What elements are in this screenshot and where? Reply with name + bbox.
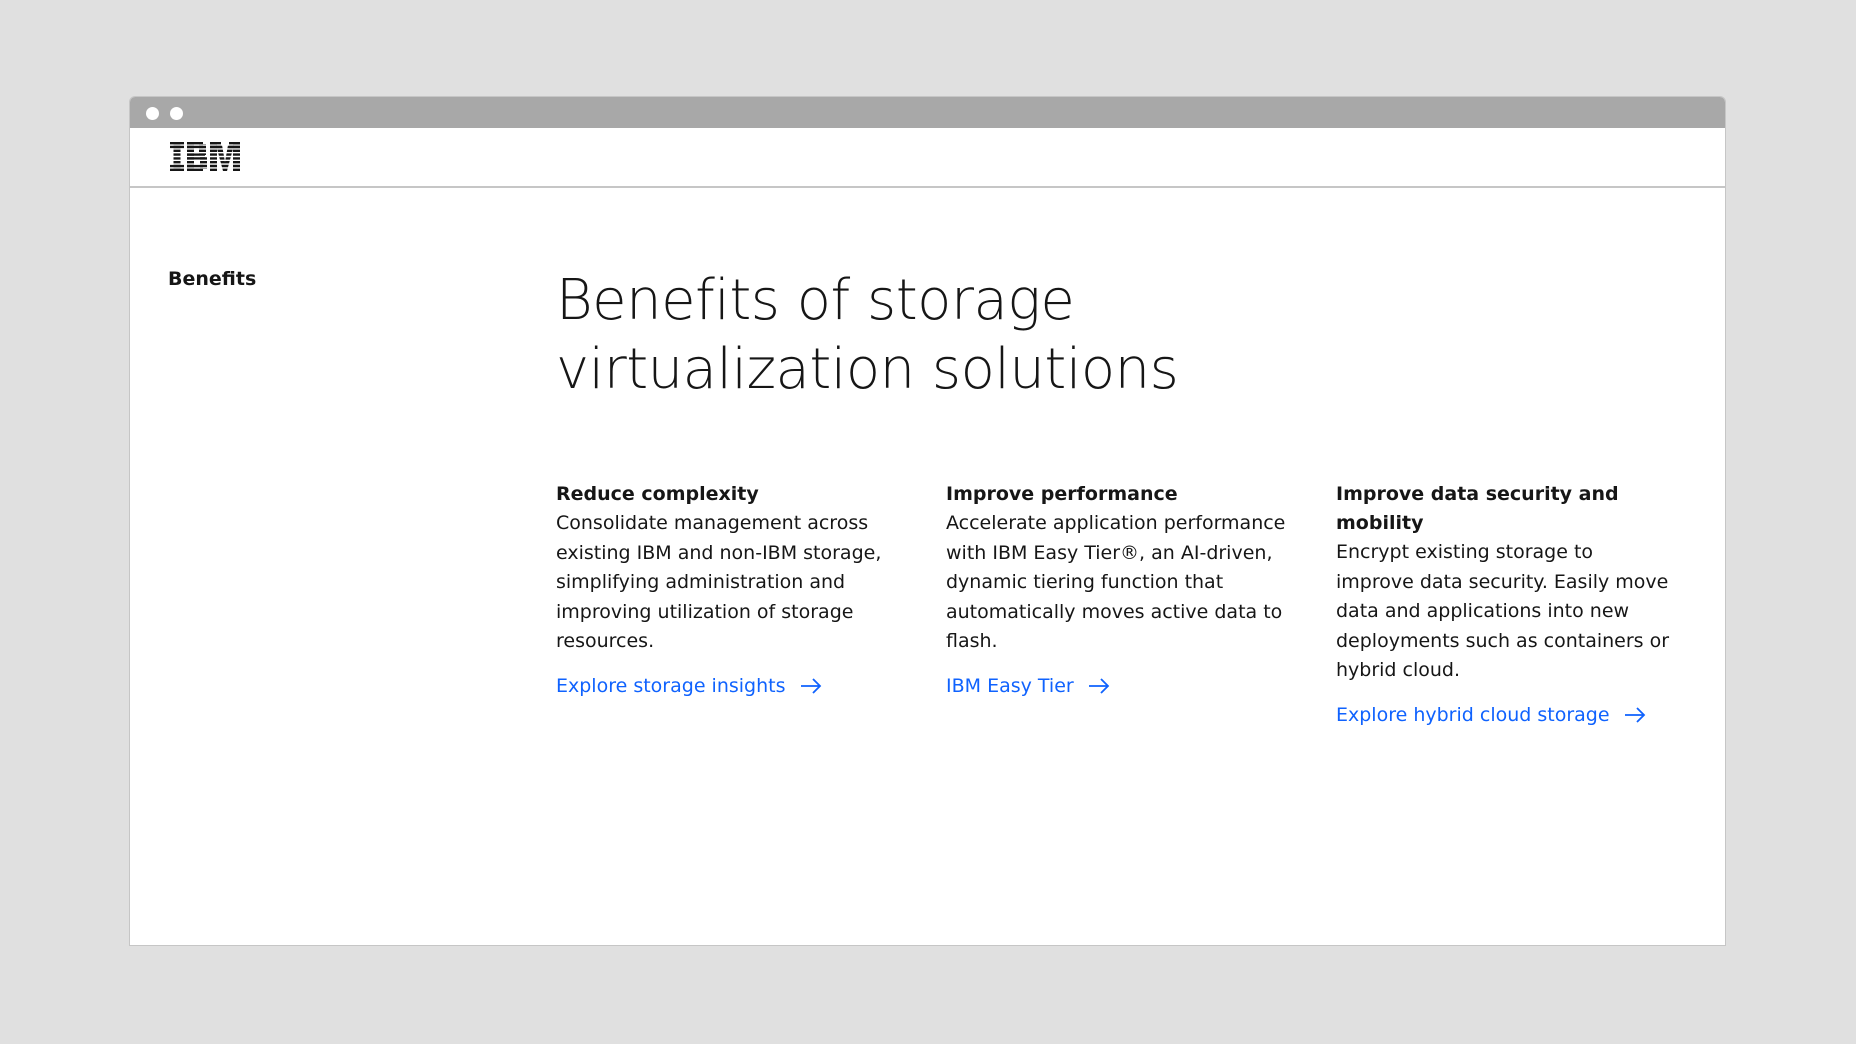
- card-title: Reduce complexity: [556, 483, 759, 505]
- top-navbar: [130, 128, 1725, 188]
- explore-hybrid-cloud-storage-link[interactable]: Explore hybrid cloud storage: [1336, 704, 1646, 726]
- card-body: Consolidate management across existing I…: [556, 512, 882, 652]
- page-title-line-2: virtualization solutions: [556, 337, 1179, 402]
- arrow-right-icon: [800, 677, 821, 694]
- page-content: Benefits Benefits of storage virtualizat…: [130, 188, 1725, 945]
- ibm-logo[interactable]: [170, 142, 240, 172]
- browser-window: Benefits Benefits of storage virtualizat…: [129, 96, 1726, 946]
- arrow-right-icon: [1088, 677, 1109, 694]
- ibm-easy-tier-link[interactable]: IBM Easy Tier: [946, 675, 1110, 697]
- arrow-right-icon: [1624, 706, 1645, 723]
- page-title: Benefits of storage virtualization solut…: [556, 266, 1376, 404]
- card-link-label: IBM Easy Tier: [946, 674, 1074, 697]
- section-label: Benefits: [168, 268, 257, 290]
- benefit-card-improve-performance: Improve performance Accelerate applicati…: [946, 480, 1286, 697]
- card-link-label: Explore storage insights: [556, 674, 786, 697]
- benefit-cards: Reduce complexity Consolidate management…: [556, 480, 1686, 740]
- window-dot-icon[interactable]: [146, 107, 159, 120]
- explore-storage-insights-link[interactable]: Explore storage insights: [556, 675, 822, 697]
- card-body: Encrypt existing storage to improve data…: [1336, 541, 1670, 681]
- card-link-label: Explore hybrid cloud storage: [1336, 703, 1610, 726]
- page-title-line-1: Benefits of storage: [556, 268, 1075, 333]
- window-titlebar: [130, 97, 1725, 128]
- card-title: Improve performance: [946, 483, 1178, 505]
- benefit-card-data-security: Improve data security and mobility Encry…: [1336, 480, 1676, 726]
- ibm-logo-icon: [170, 142, 240, 171]
- window-dot-icon[interactable]: [170, 107, 183, 120]
- card-body: Accelerate application performance with …: [946, 512, 1286, 652]
- card-title: Improve data security and mobility: [1336, 483, 1619, 534]
- benefit-card-reduce-complexity: Reduce complexity Consolidate management…: [556, 480, 896, 697]
